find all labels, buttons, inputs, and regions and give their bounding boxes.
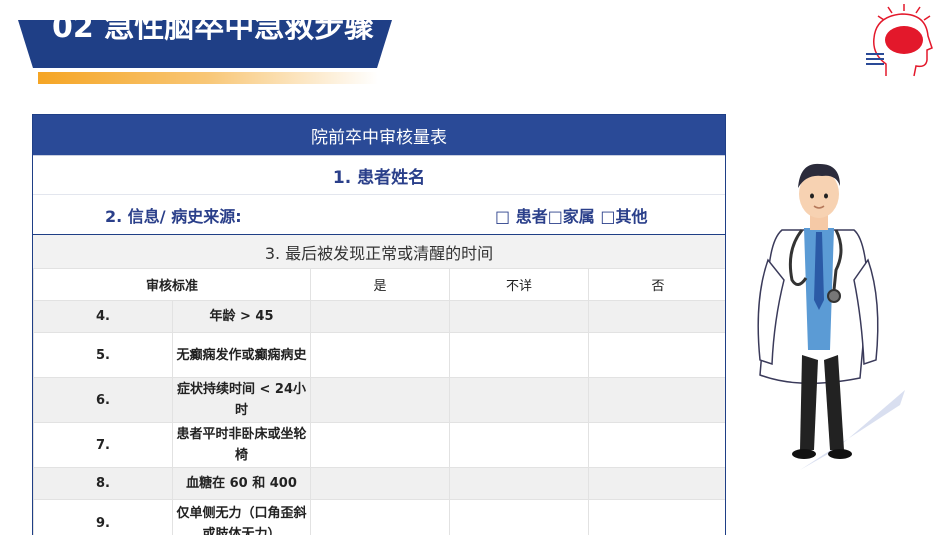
info-source-row: 2. 信息/ 病史来源: □ 患者□家属 □其他 [33,194,725,234]
info-source-label: 2. 信息/ 病史来源: [105,206,242,226]
table-row: 9. 仅单侧无力（口角歪斜或肢体无力） [33,499,725,535]
table-row: 4. 年龄 > 45 [33,300,725,333]
answer-yes-cell[interactable] [310,422,451,468]
row-number: 4. [33,300,173,333]
table-header: 院前卒中审核量表 [33,115,725,155]
answer-no-cell[interactable] [588,377,725,423]
answer-unknown-cell[interactable] [449,499,590,535]
answer-yes-cell[interactable] [310,377,451,423]
row-criterion: 无癫痫发作或癫痫病史 [171,332,312,378]
doctor-illustration [757,163,905,470]
column-criteria: 审核标准 [33,268,312,301]
answer-no-cell[interactable] [588,499,725,535]
answer-no-cell[interactable] [588,332,725,378]
last-normal-time-row: 3. 最后被发现正常或清醒的时间 [33,234,725,268]
head-alert-icon [873,4,933,77]
row-number: 8. [33,467,173,500]
criteria-grid: 审核标准 是 不详 否 4. 年龄 > 45 5. 无癫痫发作或癫痫病史 6. … [33,268,725,535]
table-row: 6. 症状持续时间 < 24小时 [33,377,725,423]
answer-yes-cell[interactable] [310,300,451,333]
title-text: 急性脑卒中急救步骤 [104,20,375,45]
title-number: 02 [52,20,94,45]
answer-unknown-cell[interactable] [449,300,590,333]
page-title: 02 急性脑卒中急救步骤 [52,20,382,50]
info-source-options[interactable]: □ 患者□家属 □其他 [495,203,648,227]
answer-unknown-cell[interactable] [449,422,590,468]
answer-no-cell[interactable] [588,467,725,500]
patient-name-row: 1. 患者姓名 [33,155,725,194]
row-number: 9. [33,499,173,535]
answer-unknown-cell[interactable] [449,377,590,423]
title-underline [38,72,378,84]
table-row: 8. 血糖在 60 和 400 [33,467,725,500]
row-number: 6. [33,377,173,423]
answer-yes-cell[interactable] [310,467,451,500]
row-number: 5. [33,332,173,378]
answer-yes-cell[interactable] [310,499,451,535]
row-criterion: 患者平时非卧床或坐轮椅 [171,422,312,468]
column-no: 否 [588,268,725,301]
row-criterion: 血糖在 60 和 400 [171,467,312,500]
answer-unknown-cell[interactable] [449,467,590,500]
stroke-screening-table: 院前卒中审核量表 1. 患者姓名 2. 信息/ 病史来源: □ 患者□家属 □其… [32,114,726,535]
answer-no-cell[interactable] [588,422,725,468]
row-number: 7. [33,422,173,468]
answer-no-cell[interactable] [588,300,725,333]
table-row: 5. 无癫痫发作或癫痫病史 [33,332,725,378]
column-yes: 是 [310,268,451,301]
row-criterion: 年龄 > 45 [171,300,312,333]
column-unknown: 不详 [449,268,590,301]
column-header-row: 审核标准 是 不详 否 [33,268,725,301]
table-row: 7. 患者平时非卧床或坐轮椅 [33,422,725,468]
answer-unknown-cell[interactable] [449,332,590,378]
row-criterion: 症状持续时间 < 24小时 [171,377,312,423]
menu-icon[interactable] [864,50,886,68]
row-criterion: 仅单侧无力（口角歪斜或肢体无力） [171,499,312,535]
answer-yes-cell[interactable] [310,332,451,378]
title-banner: 02 急性脑卒中急救步骤 [18,20,392,68]
